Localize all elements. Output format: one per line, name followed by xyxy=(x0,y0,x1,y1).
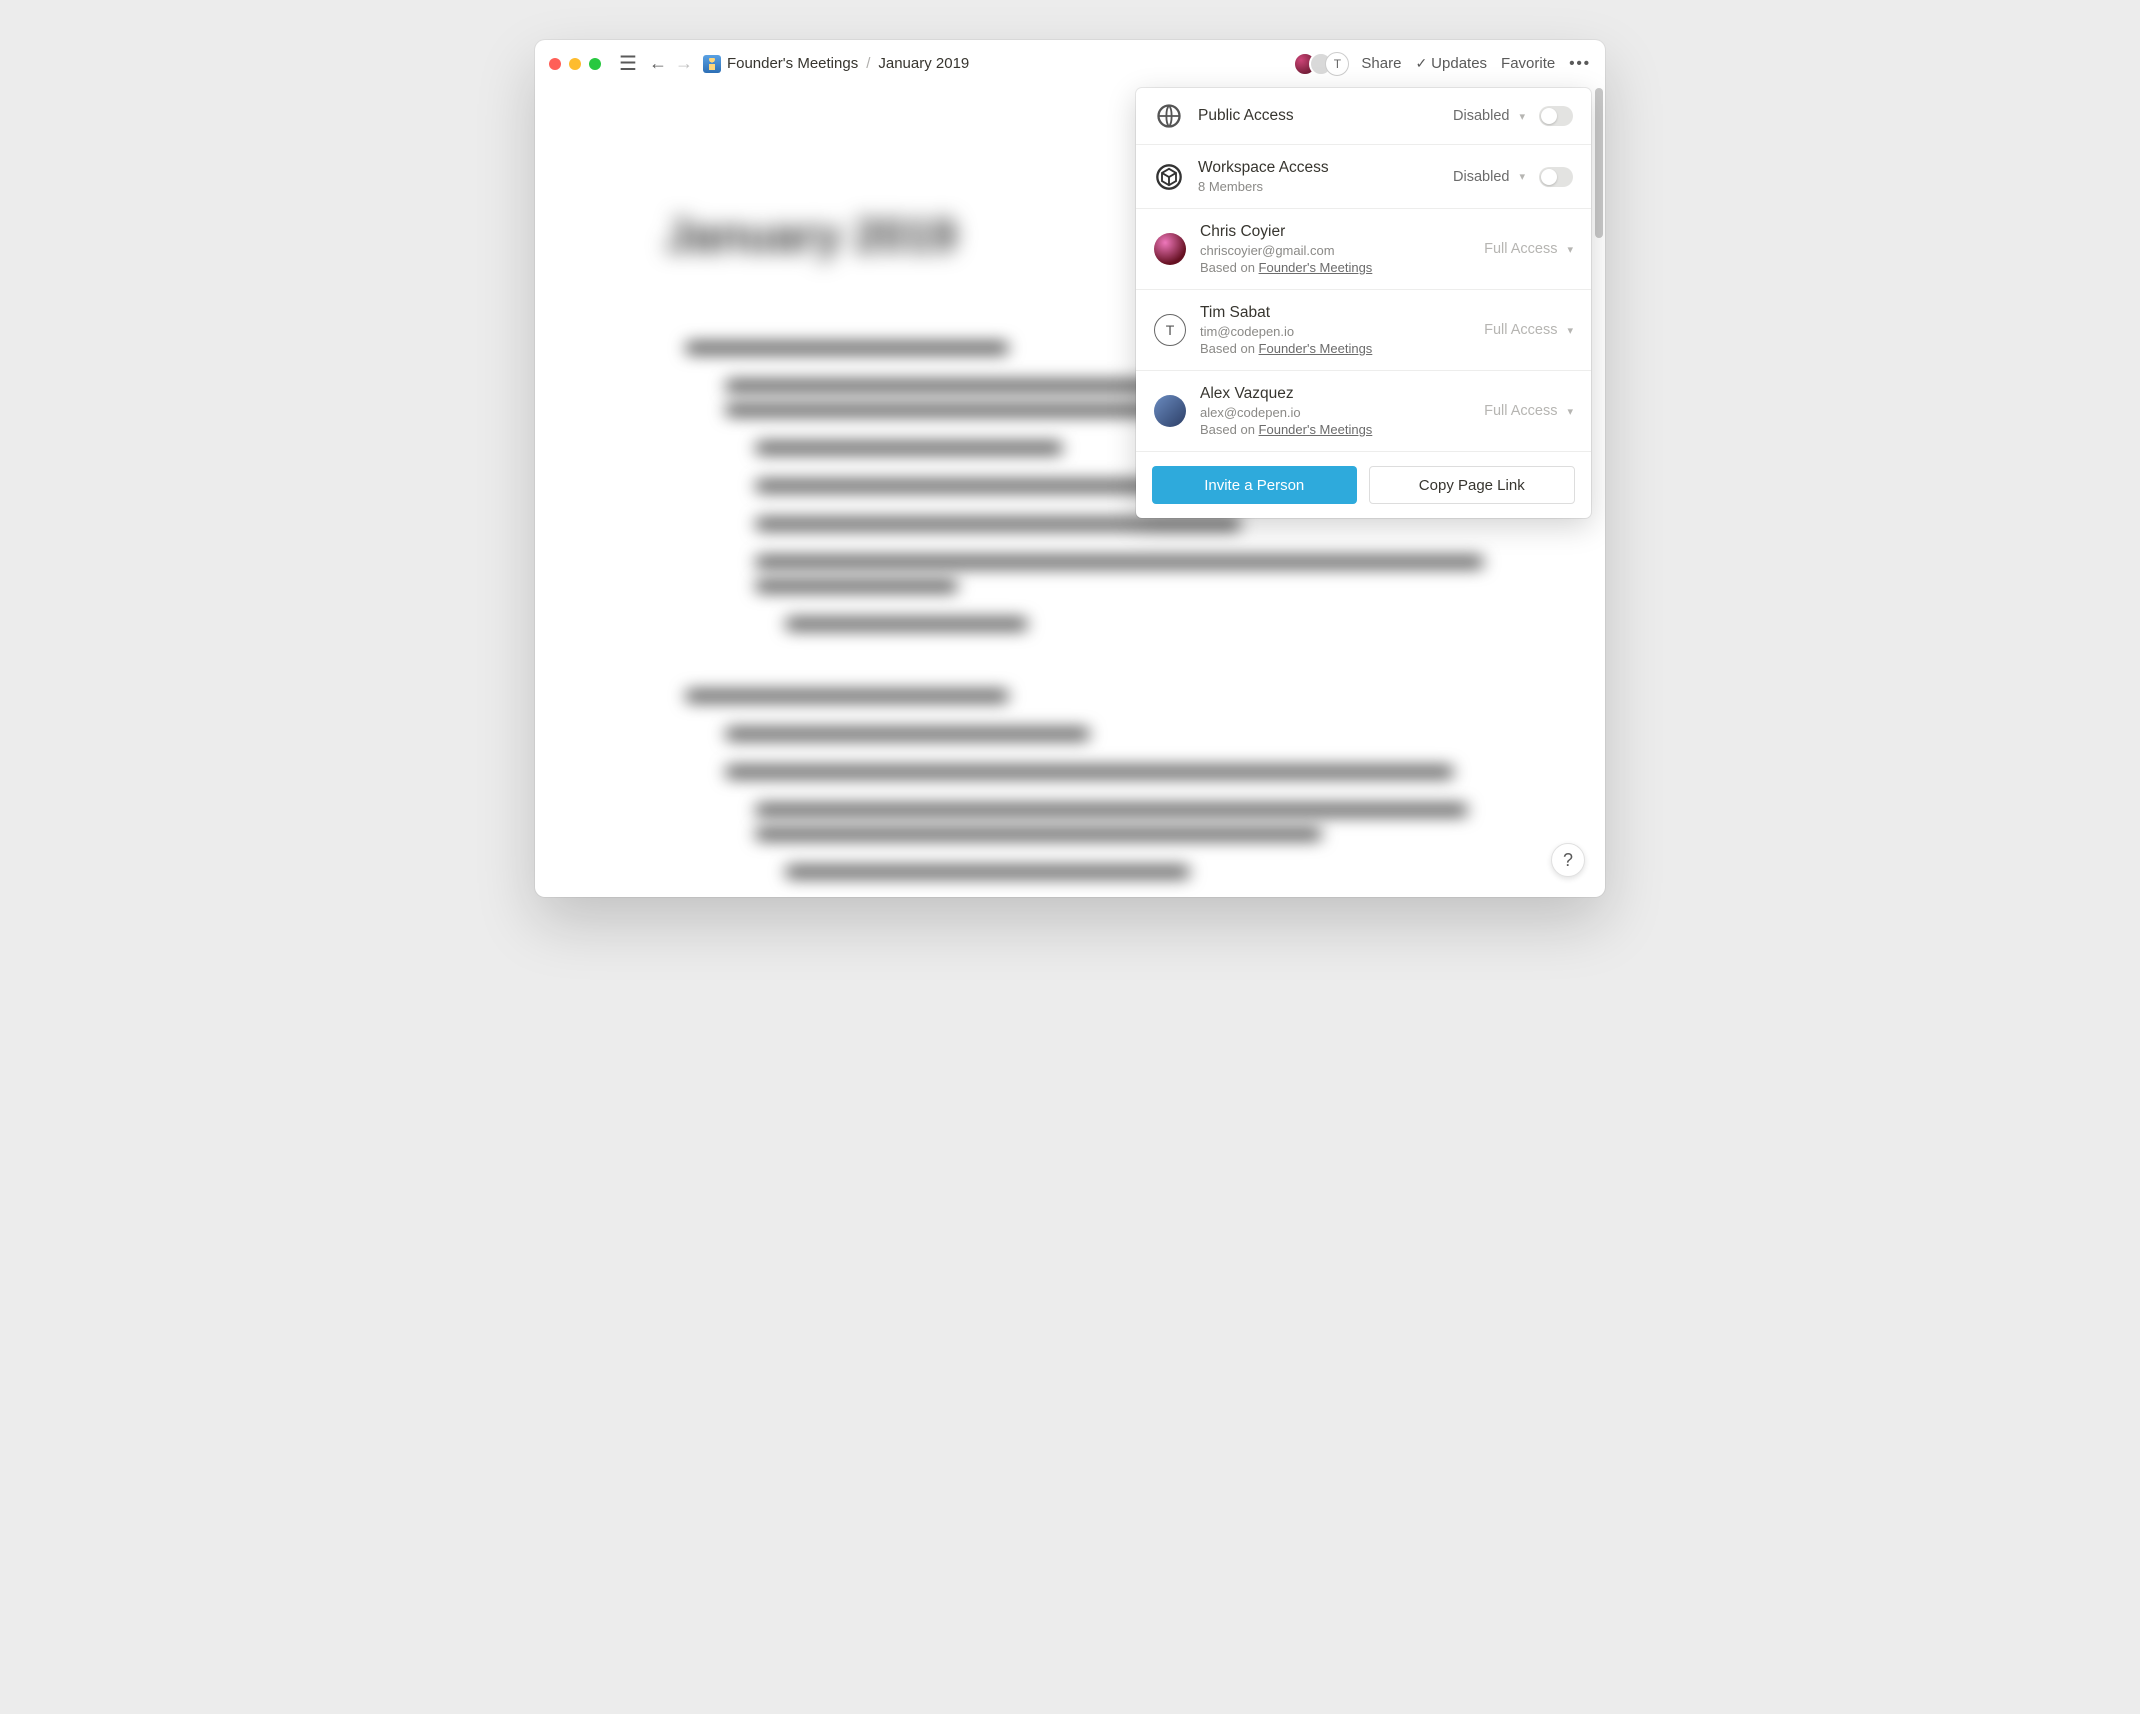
user-access-selector[interactable]: Full Access ▾ xyxy=(1484,322,1573,338)
workspace-icon xyxy=(1155,163,1183,191)
updates-button[interactable]: ✓ Updates xyxy=(1415,55,1487,72)
user-based-on: Based on Founder's Meetings xyxy=(1200,260,1470,275)
user-access-level: Full Access xyxy=(1484,241,1557,257)
user-avatar: T xyxy=(1154,314,1186,346)
favorite-button[interactable]: Favorite xyxy=(1501,55,1555,72)
workspace-access-state-text: Disabled xyxy=(1453,169,1509,185)
breadcrumb-current[interactable]: January 2019 xyxy=(878,55,969,72)
user-access-level: Full Access xyxy=(1484,322,1557,338)
minimize-window-icon[interactable] xyxy=(569,58,581,70)
close-window-icon[interactable] xyxy=(549,58,561,70)
more-menu-icon[interactable]: ••• xyxy=(1569,55,1591,72)
public-access-state[interactable]: Disabled ▾ xyxy=(1453,108,1525,124)
topbar: ☰ ← → Founder's Meetings / January 2019 … xyxy=(535,40,1605,88)
share-user-row: Alex Vazquez alex@codepen.io Based on Foun… xyxy=(1136,371,1591,451)
breadcrumb: Founder's Meetings / January 2019 xyxy=(703,55,969,73)
user-email: chriscoyier@gmail.com xyxy=(1200,243,1470,258)
public-access-toggle[interactable] xyxy=(1539,106,1573,126)
copy-link-button[interactable]: Copy Page Link xyxy=(1369,466,1576,504)
workspace-access-row: Workspace Access 8 Members Disabled ▾ xyxy=(1136,145,1591,209)
app-window: ☰ ← → Founder's Meetings / January 2019 … xyxy=(535,40,1605,897)
share-user-row: T Tim Sabat tim@codepen.io Based on Founder… xyxy=(1136,290,1591,371)
public-access-label: Public Access xyxy=(1198,107,1439,125)
share-user-row: Chris Coyier chriscoyier@gmail.com Based o… xyxy=(1136,209,1591,290)
share-panel-footer: Invite a Person Copy Page Link xyxy=(1136,451,1591,518)
share-button[interactable]: Share xyxy=(1361,55,1401,72)
user-based-on: Based on Founder's Meetings xyxy=(1200,422,1470,437)
back-icon[interactable]: ← xyxy=(645,53,671,74)
user-avatar xyxy=(1154,395,1186,427)
checkmark-icon: ✓ xyxy=(1415,55,1427,72)
presence-avatars: T xyxy=(1293,52,1349,76)
workspace-access-label: Workspace Access xyxy=(1198,159,1439,177)
chevron-down-icon: ▾ xyxy=(1567,243,1573,256)
globe-icon xyxy=(1155,102,1183,130)
share-panel: Public Access Disabled ▾ Workspace Acces… xyxy=(1136,88,1591,518)
workspace-member-count: 8 Members xyxy=(1198,179,1439,194)
workspace-access-toggle[interactable] xyxy=(1539,167,1573,187)
user-email: tim@codepen.io xyxy=(1200,324,1470,339)
help-button[interactable]: ? xyxy=(1551,843,1585,877)
breadcrumb-parent[interactable]: Founder's Meetings xyxy=(727,55,858,72)
page-emoji-icon xyxy=(703,55,721,73)
window-controls xyxy=(549,58,601,70)
user-name: Alex Vazquez xyxy=(1200,385,1470,403)
based-on-link[interactable]: Founder's Meetings xyxy=(1259,422,1373,437)
breadcrumb-separator: / xyxy=(864,55,872,72)
updates-label: Updates xyxy=(1431,55,1487,72)
public-access-state-text: Disabled xyxy=(1453,108,1509,124)
user-name: Tim Sabat xyxy=(1200,304,1470,322)
chevron-down-icon: ▾ xyxy=(1567,324,1573,337)
user-name: Chris Coyier xyxy=(1200,223,1470,241)
topbar-actions: Share ✓ Updates Favorite ••• xyxy=(1361,55,1591,72)
user-access-level: Full Access xyxy=(1484,403,1557,419)
hamburger-icon[interactable]: ☰ xyxy=(611,51,645,76)
based-on-link[interactable]: Founder's Meetings xyxy=(1259,260,1373,275)
user-avatar xyxy=(1154,233,1186,265)
presence-avatar[interactable]: T xyxy=(1325,52,1349,76)
user-based-on: Based on Founder's Meetings xyxy=(1200,341,1470,356)
based-on-link[interactable]: Founder's Meetings xyxy=(1259,341,1373,356)
public-access-row: Public Access Disabled ▾ xyxy=(1136,88,1591,145)
content-scrollbar[interactable] xyxy=(1595,88,1603,238)
user-access-selector[interactable]: Full Access ▾ xyxy=(1484,241,1573,257)
chevron-down-icon: ▾ xyxy=(1519,110,1525,123)
chevron-down-icon: ▾ xyxy=(1519,170,1525,183)
workspace-access-state[interactable]: Disabled ▾ xyxy=(1453,169,1525,185)
invite-person-button[interactable]: Invite a Person xyxy=(1152,466,1357,504)
user-email: alex@codepen.io xyxy=(1200,405,1470,420)
forward-icon: → xyxy=(671,53,697,74)
user-access-selector[interactable]: Full Access ▾ xyxy=(1484,403,1573,419)
chevron-down-icon: ▾ xyxy=(1567,405,1573,418)
zoom-window-icon[interactable] xyxy=(589,58,601,70)
